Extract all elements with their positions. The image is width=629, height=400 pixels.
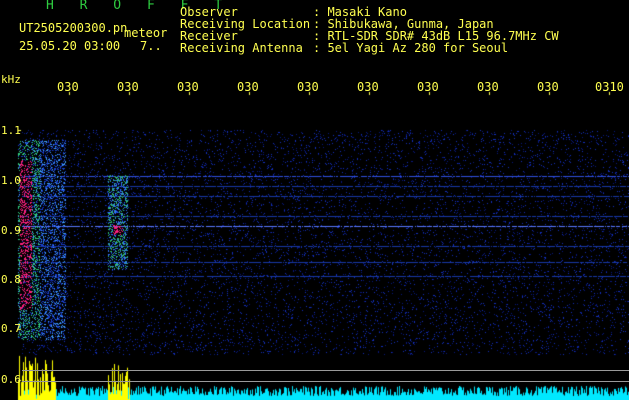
- count-label: 7..: [140, 39, 162, 53]
- x-tick-label: 030: [297, 80, 319, 94]
- y-tick-label: 1.0: [1, 174, 21, 187]
- amplitude-grid-line: [22, 381, 629, 382]
- x-tick-label: 030: [357, 80, 379, 94]
- y-tick-label: 0.7: [1, 322, 21, 335]
- antenna-value: : 5el Yagi Az 280 for Seoul: [313, 41, 509, 55]
- y-tick-label: 0.9: [1, 224, 21, 237]
- x-tick-label: 030: [117, 80, 139, 94]
- filename-label: UT2505200300.pn: [19, 21, 128, 35]
- y-tick-label: 0.8: [1, 273, 21, 286]
- x-tick-label: 030: [537, 80, 559, 94]
- x-tick-label: 030: [477, 80, 499, 94]
- amplitude-grid-line: [22, 370, 629, 371]
- x-tick-label: 030: [177, 80, 199, 94]
- antenna-label: Receiving Antenna: [180, 41, 303, 55]
- datetime-label: 25.05.20 03:00: [19, 39, 121, 53]
- x-tick-label: 030: [417, 80, 439, 94]
- y-tick-label: 1.1: [1, 124, 21, 137]
- y-unit-label: kHz: [1, 73, 21, 86]
- event-tag: meteor: [124, 26, 168, 40]
- spectrogram-canvas: [0, 0, 629, 400]
- x-tick-label: 030: [57, 80, 79, 94]
- x-tick-label: 030: [237, 80, 259, 94]
- y-tick-label: 0.6: [1, 373, 21, 386]
- x-tick-label: 0310: [595, 80, 624, 94]
